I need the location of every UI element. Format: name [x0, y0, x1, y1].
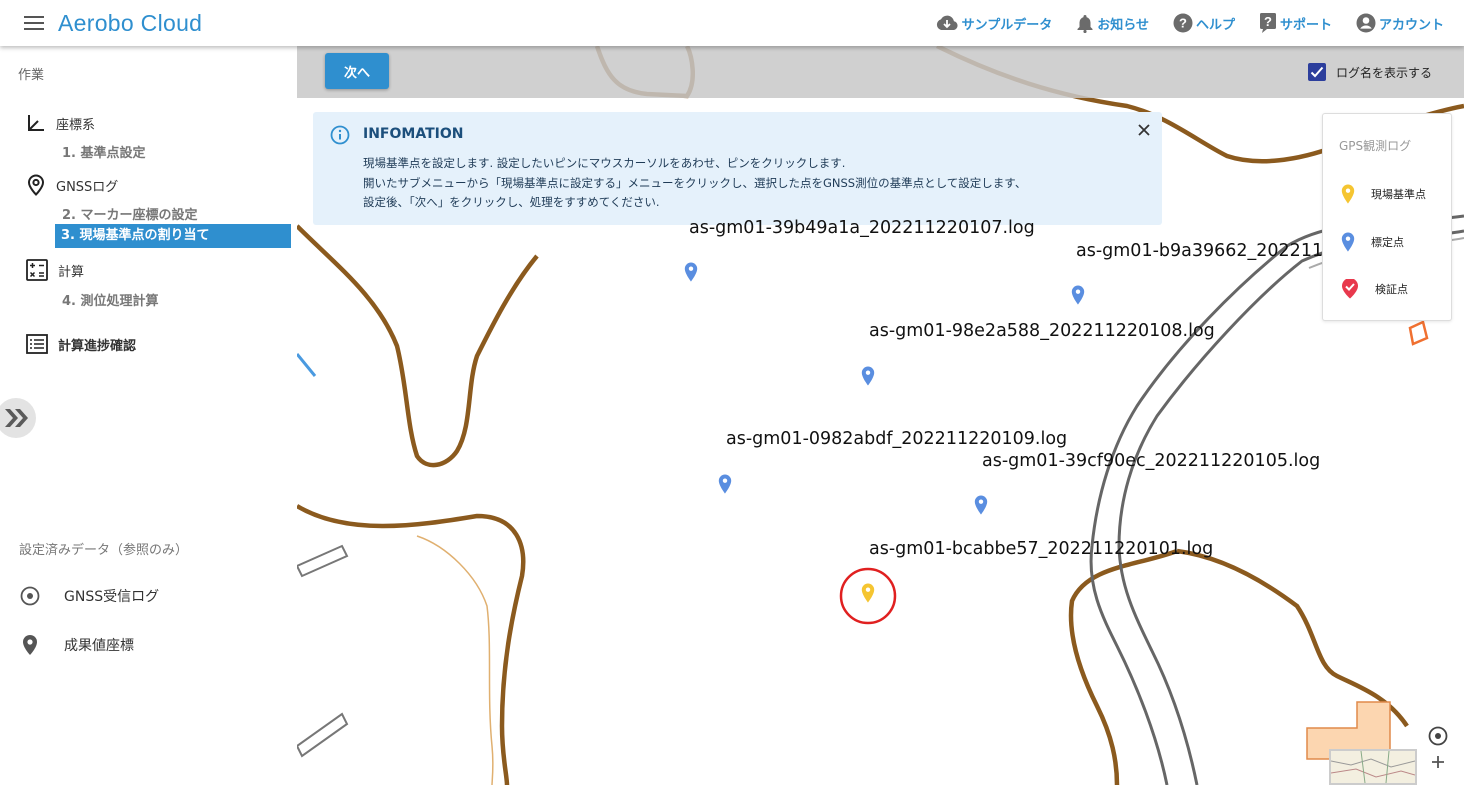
sidebar-item-calc-label: 計算	[58, 264, 85, 280]
sidebar-subitem-marker-coords[interactable]: 2. マーカー座標の設定	[62, 204, 198, 223]
check-icon	[1310, 66, 1324, 78]
log-label: as-gm01-0982abdf_202211220109.log	[726, 429, 1068, 449]
show-log-names-checkbox[interactable]	[1307, 63, 1326, 81]
calibration-pin[interactable]	[684, 262, 698, 282]
minimap-thumbnail[interactable]	[1329, 749, 1417, 785]
account-label: アカウント	[1378, 17, 1444, 33]
sidebar-item-coords[interactable]: 座標系	[26, 113, 95, 133]
ref-result-coords-label: 成果値座標	[64, 638, 134, 654]
sidebar-item-progress[interactable]: 計算進捗確認	[26, 334, 136, 354]
cloud-download-icon	[936, 15, 958, 30]
axis-icon	[28, 115, 44, 131]
plus-icon[interactable]	[1431, 755, 1445, 769]
map-legend: GPS観測ログ 現場基準点 標定点 検証点	[1322, 113, 1452, 321]
hamburger-icon[interactable]	[24, 16, 44, 30]
red-check-pin-icon	[1342, 279, 1358, 299]
legend-verification-label: 検証点	[1375, 283, 1408, 296]
show-log-names-toggle[interactable]: ログ名を表示する	[1307, 63, 1432, 81]
app-header: Aerobo Cloud サンプルデータ お知らせ ? ヘルプ ? サポート ア…	[0, 0, 1464, 46]
info-line-2: 開いたサブメニューから「現場基準点に設定する」メニューをクリックし、選択した点を…	[363, 176, 1027, 190]
sidebar-subitem-site-base-assign[interactable]: 3. 現場基準点の割り当て	[55, 224, 291, 248]
help-label: ヘルプ	[1195, 17, 1235, 33]
next-button[interactable]: 次へ	[325, 53, 389, 89]
sidebar-item-coords-label: 座標系	[56, 117, 96, 133]
map-marker-icon	[23, 635, 37, 655]
sidebar-item-calc[interactable]: 計算	[26, 259, 84, 281]
log-label: as-gm01-98e2a588_202211220108.log	[869, 321, 1215, 341]
support-label: サポート	[1279, 17, 1332, 33]
info-banner: INFOMATION 現場基準点を設定します. 設定したいピンにマウスカーソルを…	[313, 112, 1162, 225]
sidebar-subitem-base-point[interactable]: 1. 基準点設定	[62, 142, 146, 161]
sidebar-subitem-positioning[interactable]: 4. 測位処理計算	[62, 290, 159, 309]
calibration-pin[interactable]	[718, 474, 732, 494]
account-link[interactable]: アカウント	[1356, 13, 1444, 33]
radio-target-icon	[20, 586, 40, 606]
legend-calibration-label: 標定点	[1371, 236, 1404, 249]
ref-gnss-log-label: GNSS受信ログ	[64, 589, 160, 605]
notice-label: お知らせ	[1097, 17, 1149, 33]
calculator-icon	[26, 259, 48, 281]
legend-item-calibration: 標定点	[1341, 232, 1404, 252]
help-circle-icon: ?	[1173, 13, 1193, 33]
log-label: as-gm01-39b49a1a_202211220107.log	[689, 218, 1035, 238]
yellow-pin-icon	[1341, 184, 1355, 204]
support-link[interactable]: ? サポート	[1259, 12, 1332, 34]
info-line-1: 現場基準点を設定します. 設定したいピンにマウスカーソルをあわせ、ピンをクリック…	[363, 156, 846, 170]
sample-data-link[interactable]: サンプルデータ	[935, 14, 1053, 33]
blue-pin-icon	[1341, 232, 1355, 252]
app-title[interactable]: Aerobo Cloud	[58, 10, 202, 37]
sidebar-item-progress-label: 計算進捗確認	[58, 338, 137, 354]
log-label: as-gm01-bcabbe57_202211220101.log	[869, 539, 1214, 559]
log-label: as-gm01-39cf90ec_202211220105.log	[982, 451, 1321, 471]
legend-item-site-ref: 現場基準点	[1341, 184, 1426, 204]
map-canvas[interactable]: 次へ ログ名を表示する INFOMATION 現場基準点を設定します. 設定した…	[297, 46, 1464, 785]
list-icon	[26, 334, 48, 354]
show-log-names-label: ログ名を表示する	[1335, 65, 1432, 80]
sidebar-item-gnss-label: GNSSログ	[56, 179, 119, 195]
header-nav: サンプルデータ お知らせ ? ヘルプ ? サポート アカウント	[935, 0, 1444, 46]
bell-icon	[1077, 15, 1093, 33]
notice-link[interactable]: お知らせ	[1076, 13, 1149, 33]
info-circle-icon	[330, 125, 350, 145]
sidebar-expand-button[interactable]	[0, 398, 36, 438]
help-box-icon: ?	[1259, 13, 1276, 33]
legend-title: GPS観測ログ	[1339, 139, 1412, 153]
sidebar-item-gnss[interactable]: GNSSログ	[26, 174, 118, 196]
sidebar: 作業 座標系 1. 基準点設定 GNSSログ 2. マーカー座標の設定 3. 現…	[0, 46, 297, 785]
legend-site-ref-label: 現場基準点	[1371, 188, 1426, 201]
legend-item-verification: 検証点	[1341, 279, 1408, 299]
sample-data-label: サンプルデータ	[961, 17, 1053, 33]
map-toolbar: 次へ ログ名を表示する	[297, 46, 1464, 98]
account-circle-icon	[1356, 13, 1376, 33]
svg-text:?: ?	[1264, 14, 1272, 29]
calibration-pin[interactable]	[1071, 285, 1085, 305]
close-icon[interactable]	[1138, 124, 1150, 136]
ref-result-coords[interactable]: 成果値座標	[20, 634, 134, 656]
site-reference-pin[interactable]	[861, 583, 875, 603]
help-link[interactable]: ? ヘルプ	[1173, 13, 1235, 33]
info-title: INFOMATION	[363, 126, 464, 142]
section-work-heading: 作業	[18, 68, 45, 83]
calibration-pin[interactable]	[974, 495, 988, 515]
calibration-pin[interactable]	[861, 366, 875, 386]
crosshair-icon[interactable]	[1428, 726, 1448, 746]
minimap-image	[1330, 750, 1416, 784]
map-marker-outline-icon	[27, 174, 45, 196]
ref-gnss-log[interactable]: GNSS受信ログ	[20, 586, 159, 606]
svg-text:?: ?	[1179, 16, 1187, 31]
section-ref-heading: 設定済みデータ（参照のみ）	[19, 543, 189, 558]
info-line-3: 設定後、「次へ」をクリックし、処理をすすめてください.	[363, 195, 660, 209]
double-chevron-right-icon	[5, 409, 28, 427]
